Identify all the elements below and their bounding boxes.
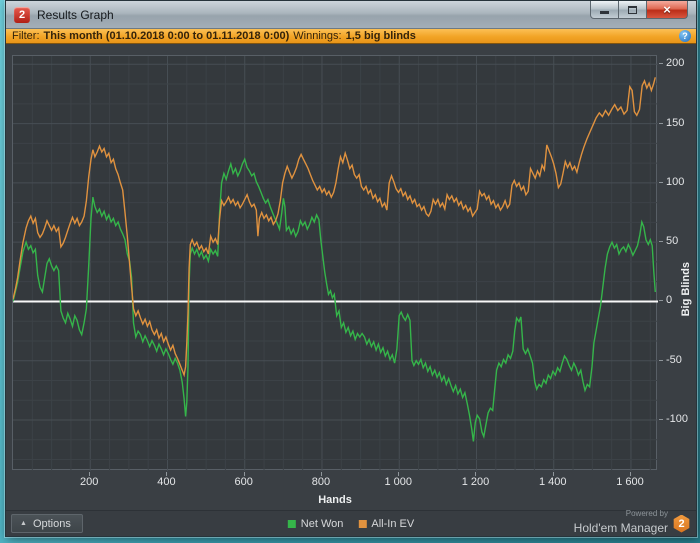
- x-tick-label: 800: [311, 476, 331, 488]
- y-tick-label: -100: [666, 413, 689, 425]
- x-tick-label: 1 200: [461, 476, 490, 488]
- title-bar: 2 Results Graph ×: [6, 1, 696, 29]
- x-tick-label: 1 400: [538, 476, 567, 488]
- x-tick-label: 1 600: [616, 476, 644, 488]
- x-tick-label: 400: [157, 476, 176, 488]
- net-won-label: Net Won: [300, 517, 344, 530]
- x-tick-label: 200: [80, 476, 99, 488]
- hm2-badge-icon: 2: [673, 514, 690, 533]
- y-tick-label: 150: [666, 116, 685, 129]
- x-tick-mark: [89, 472, 91, 476]
- help-icon[interactable]: ?: [679, 30, 691, 42]
- minimize-icon: [600, 11, 609, 14]
- x-tick-mark: [475, 472, 477, 476]
- y-tick-mark: [659, 63, 663, 65]
- all-in-ev-label: All-In EV: [371, 517, 415, 530]
- y-tick-mark: [659, 181, 663, 183]
- filter-bar: Filter: This month (01.10.2018 0:00 to 0…: [6, 29, 696, 44]
- results-graph-window: 2 Results Graph × Filter: This month (01…: [5, 0, 697, 537]
- options-button-label: Options: [32, 517, 71, 530]
- legend-item-all-in-ev: All-In EV: [358, 518, 414, 530]
- caption-buttons: ×: [590, 1, 688, 19]
- holdem-manager-label: Hold'em Manager: [573, 521, 668, 536]
- options-button[interactable]: ▲ Options: [11, 514, 83, 533]
- plot-svg: [13, 56, 658, 471]
- y-tick-label: 0: [666, 294, 673, 307]
- y-tick-label: -50: [666, 353, 682, 366]
- x-tick-mark: [629, 472, 631, 476]
- x-tick-mark: [320, 472, 322, 476]
- net-won-swatch-icon: [287, 519, 296, 528]
- x-tick-label: 1 000: [384, 476, 412, 488]
- x-tick-label: 600: [234, 476, 253, 488]
- chart-area: 200 400 600 800 1 000 1 200 1 400 1 600 200 150 1…: [6, 44, 696, 536]
- maximize-icon: [628, 5, 637, 14]
- y-tick-mark: [659, 300, 663, 302]
- maximize-button[interactable]: [619, 1, 646, 19]
- winnings-value: 1,5 big blinds: [345, 30, 416, 42]
- legend: Net Won All-In EV: [287, 517, 414, 530]
- all-in-ev-swatch-icon: [358, 519, 367, 528]
- minimize-button[interactable]: [590, 1, 619, 19]
- y-tick-mark: [659, 122, 663, 124]
- app-icon: 2: [14, 6, 30, 23]
- plot-area: [12, 55, 658, 471]
- chevron-up-icon: ▲: [20, 520, 27, 527]
- y-tick-label: 100: [666, 175, 685, 188]
- powered-by: Powered by Hold'em Manager 2: [574, 510, 690, 536]
- x-tick-mark: [243, 472, 245, 476]
- window-title: Results Graph: [37, 7, 114, 22]
- y-tick-mark: [659, 359, 663, 361]
- y-tick-label: 50: [666, 235, 679, 248]
- x-axis-title: Hands: [318, 494, 352, 506]
- x-tick-mark: [398, 472, 400, 476]
- y-tick-label: 200: [666, 57, 685, 70]
- filter-label: Filter:: [12, 30, 40, 42]
- powered-by-label: Powered by: [625, 509, 668, 519]
- close-button[interactable]: ×: [646, 1, 688, 19]
- y-tick-mark: [659, 419, 663, 420]
- winnings-label: Winnings:: [293, 30, 342, 42]
- filter-value: This month (01.10.2018 0:00 to 01.11.201…: [43, 30, 290, 42]
- legend-item-net-won: Net Won: [287, 517, 344, 530]
- y-axis-title: Big Blinds: [680, 262, 692, 317]
- y-tick-mark: [659, 241, 663, 243]
- close-icon: ×: [663, 2, 671, 17]
- x-tick-mark: [166, 472, 168, 476]
- x-tick-mark: [552, 472, 554, 476]
- bottom-bar: ▲ Options Net Won All-In EV Powered by H…: [6, 510, 696, 536]
